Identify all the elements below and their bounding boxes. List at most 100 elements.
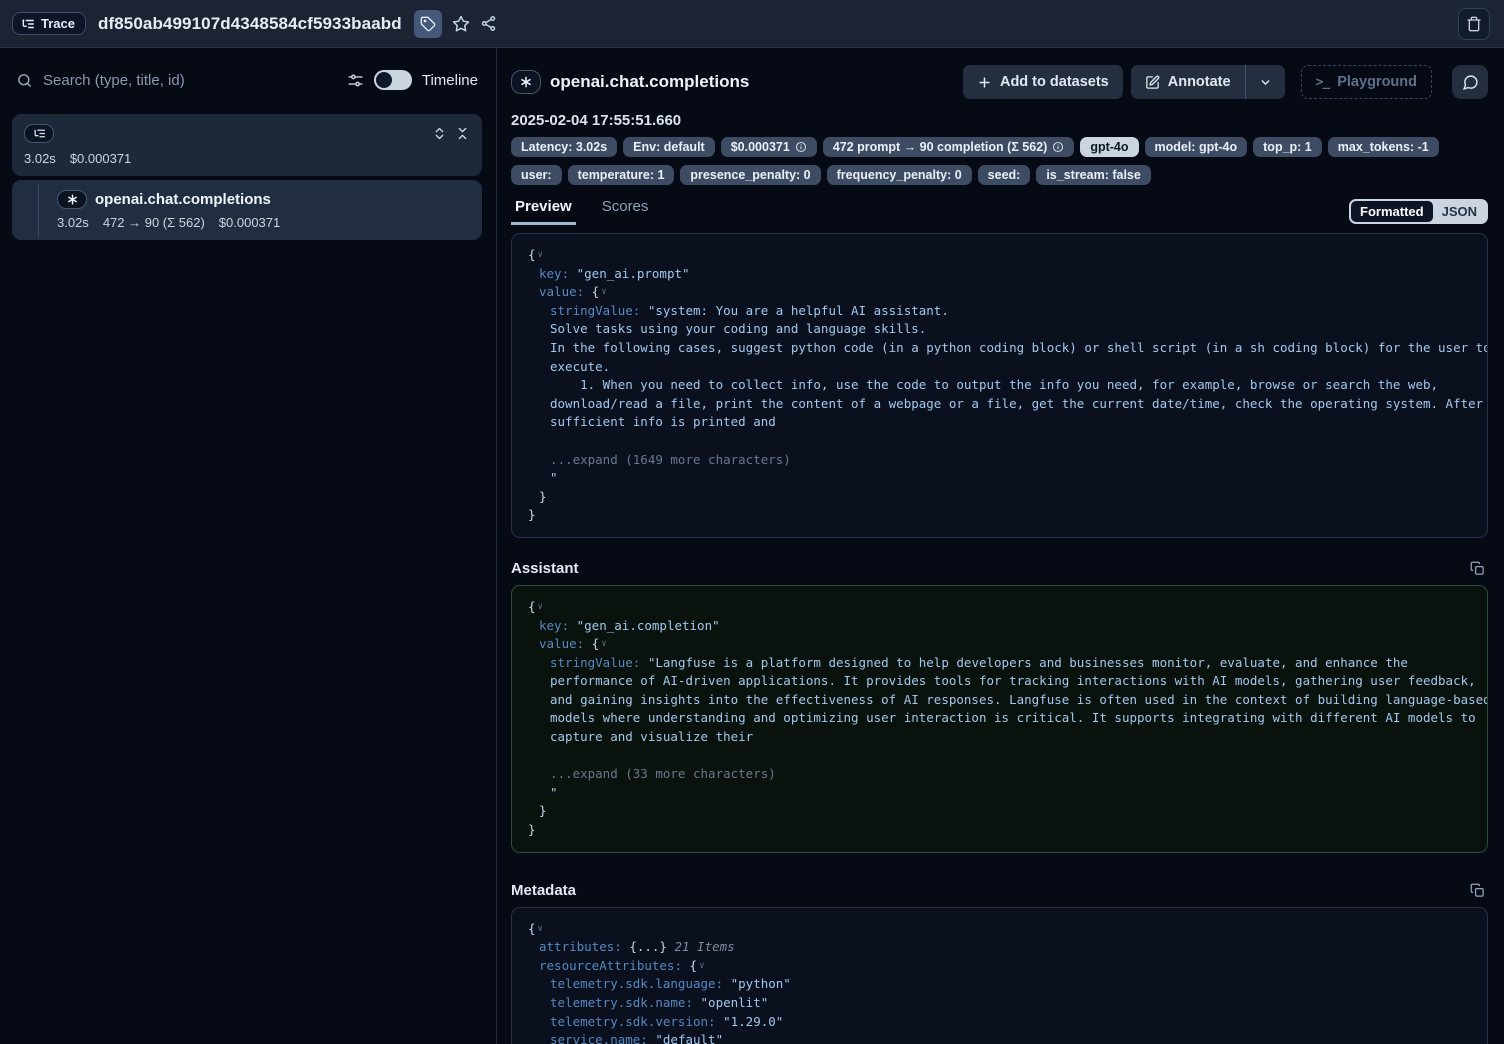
expand-all-button[interactable] [432,126,447,141]
search-row: Timeline [12,60,482,100]
code-token: execute. [550,359,610,374]
code-token: performance of AI-driven applications. I… [550,673,1476,688]
collapse-caret[interactable]: ∨ [697,961,704,971]
code-line: capture and visualize their [528,728,1471,747]
top-bar: Trace df850ab499107d4348584cf5933baabd [0,0,1504,48]
tab-preview[interactable]: Preview [511,198,576,225]
annotate-button[interactable]: Annotate [1131,65,1245,99]
code-line: telemetry.sdk.language: "python" [528,975,1471,994]
collapse-all-button[interactable] [455,126,470,141]
code-line: telemetry.sdk.version: "1.29.0" [528,1013,1471,1032]
code-token: { [528,247,536,262]
format-toggle-json[interactable]: JSON [1433,201,1486,222]
playground-button[interactable]: >_ Playground [1301,65,1432,99]
tree-item-trace-root[interactable]: 3.02s $0.000371 [12,114,482,176]
timeline-toggle[interactable] [374,70,412,90]
tabs-row: Preview Scores Formatted JSON [511,198,1488,225]
star-button[interactable] [452,15,470,33]
code-line: " [528,784,1471,803]
collapse-caret[interactable]: ∨ [536,924,543,934]
code-line: and gaining insights into the effectiven… [528,691,1471,710]
trace-duration: 3.02s [24,151,56,166]
expand-link[interactable]: ...expand (33 more characters) [550,766,776,781]
span-tokens: 472 → 90 (Σ 562) [103,215,205,230]
code-line: } [528,821,1471,840]
code-token: "gen_ai.completion" [569,618,720,633]
code-line: stringValue: "Langfuse is a platform des… [528,654,1471,673]
copy-assistant-button[interactable] [1470,561,1485,576]
code-token: " [550,785,558,800]
code-token: telemetry.sdk.name: [550,995,693,1010]
chevrons-up-down-icon [432,126,447,141]
code-line: resourceAttributes: {∨ [528,957,1471,976]
code-line: key: "gen_ai.completion" [528,617,1471,636]
info-icon[interactable] [795,141,807,153]
code-token: In the following cases, suggest python c… [550,340,1488,355]
collapse-caret[interactable]: ∨ [536,602,543,612]
code-line: In the following cases, suggest python c… [528,339,1471,358]
search-input[interactable] [43,72,337,89]
code-line: " [528,469,1471,488]
badge-label: temperature: 1 [578,168,665,182]
format-toggle-formatted[interactable]: Formatted [1351,201,1433,222]
code-token: "python" [723,976,791,991]
comment-bubble-icon [1462,74,1479,91]
code-line: key: "gen_ai.prompt" [528,265,1471,284]
copy-icon [1470,561,1485,576]
span-cost: $0.000371 [219,215,280,230]
assistant-section-header: Assistant [511,560,1488,577]
collapse-caret[interactable]: ∨ [536,250,543,260]
info-icon[interactable] [1052,141,1064,153]
badge-label: max_tokens: -1 [1338,140,1429,154]
expand-link[interactable]: ...expand (1649 more characters) [550,452,791,467]
list-tree-icon [21,17,35,31]
code-token: } [528,822,536,837]
trace-root-badge [24,124,54,143]
trace-tree-sidebar: Timeline [0,48,497,1044]
copy-metadata-button[interactable] [1470,883,1485,898]
tab-scores[interactable]: Scores [598,198,653,225]
badge-row-1: Latency: 3.02sEnv: default$0.000371472 p… [511,137,1488,157]
code-token: "Langfuse is a platform designed to help… [640,655,1408,670]
code-token: value: [539,284,584,299]
collapse-caret[interactable]: ∨ [599,639,606,649]
trace-id: df850ab499107d4348584cf5933baabd [98,14,402,34]
plus-icon [977,75,992,90]
openai-observation-badge [511,70,541,94]
collapse-caret[interactable]: ∨ [599,287,606,297]
tree-item-openai-chat-completions[interactable]: openai.chat.completions 3.02s 472 → 90 (… [12,180,482,240]
generation-badge [57,190,87,209]
timeline-label: Timeline [422,72,478,89]
add-to-datasets-button[interactable]: Add to datasets [963,65,1123,99]
comments-button[interactable] [1452,65,1488,99]
list-tree-icon [33,127,46,140]
share-button[interactable] [480,15,497,32]
badge-label: Latency: 3.02s [521,140,607,154]
code-token: models where understanding and optimizin… [550,710,1476,725]
format-toggle: Formatted JSON [1349,199,1488,224]
code-token: resourceAttributes: [539,958,682,973]
code-token: "system: You are a helpful AI assistant. [640,303,949,318]
code-token: telemetry.sdk.language: [550,976,723,991]
code-line: ...expand (33 more characters) [528,765,1471,784]
code-token: "gen_ai.prompt" [569,266,689,281]
annotate-dropdown-button[interactable] [1246,65,1285,99]
view-settings-button[interactable] [347,72,364,89]
badge-label: model: gpt-4o [1155,140,1238,154]
code-token: "default" [648,1032,723,1044]
code-line: telemetry.sdk.name: "openlit" [528,994,1471,1013]
terminal-icon: >_ [1316,75,1330,90]
tag-button[interactable] [414,10,442,38]
delete-trace-button[interactable] [1458,8,1490,40]
code-token: } [539,803,547,818]
badge-label: top_p: 1 [1263,140,1312,154]
badge-label: is_stream: false [1046,168,1141,182]
sliders-icon [347,72,364,89]
code-line: } [528,488,1471,507]
code-token: { [528,921,536,936]
code-line: download/read a file, print the content … [528,395,1471,414]
meta-badge: top_p: 1 [1253,137,1322,157]
code-token: stringValue: [550,303,640,318]
metadata-section-title: Metadata [511,882,576,899]
metadata-code-block: {∨attributes: {...} 21 ItemsresourceAttr… [511,907,1488,1044]
